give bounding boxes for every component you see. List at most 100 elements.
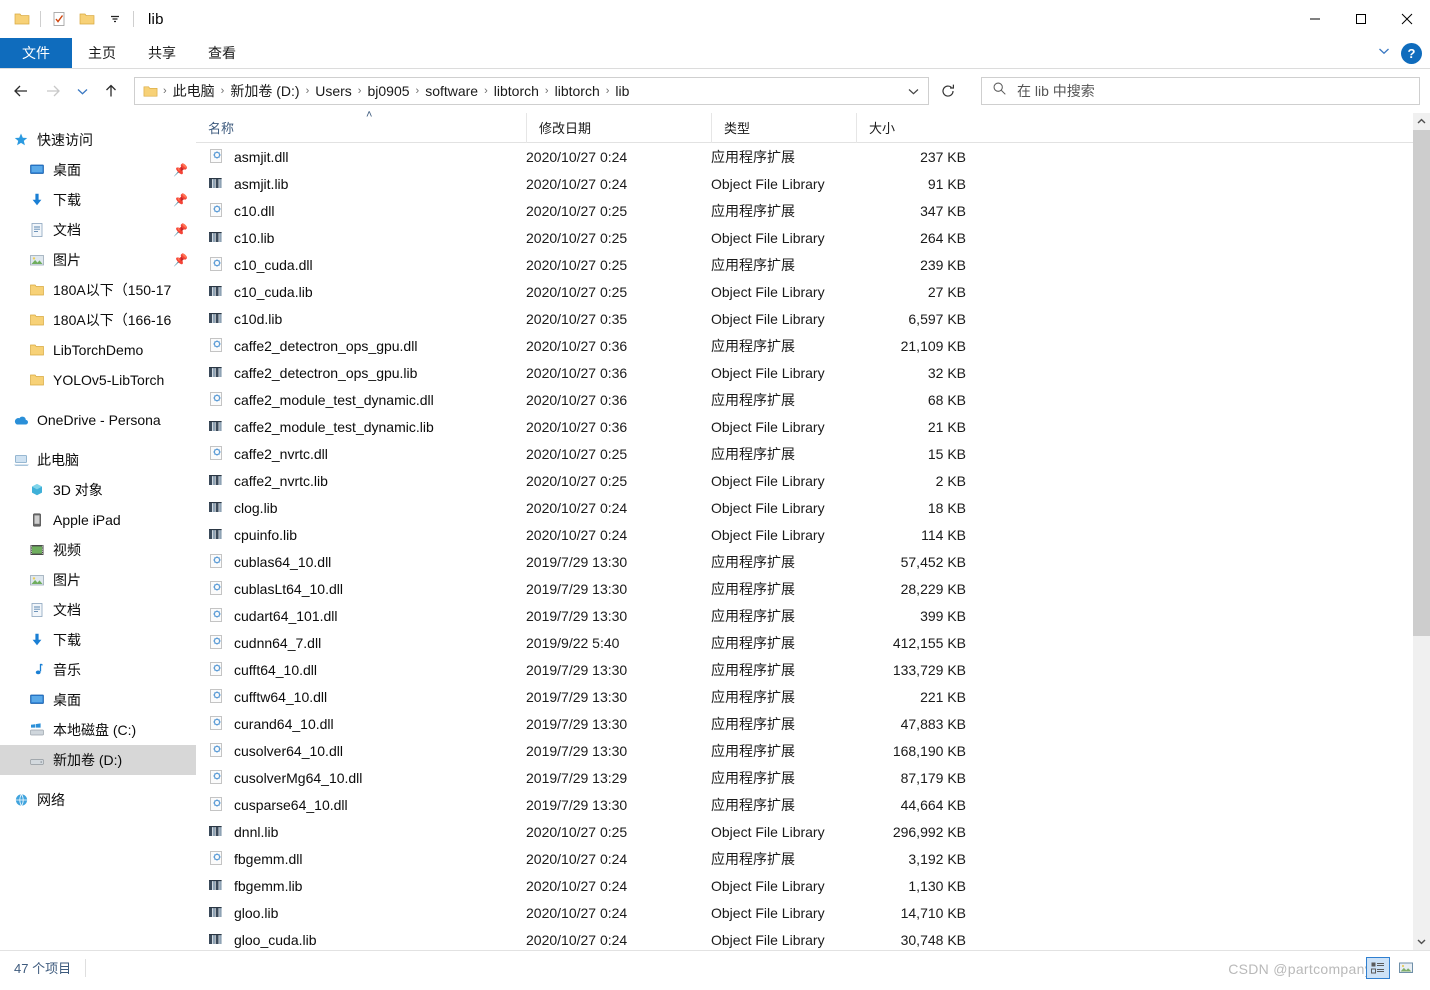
table-row[interactable]: curand64_10.dll 2019/7/29 13:30 应用程序扩展 47,8… [196, 710, 1430, 737]
file-type-cell: Object File Library [711, 823, 825, 840]
breadcrumb-item-3[interactable]: bj0905 [363, 81, 413, 101]
sidebar-item-desktop-pc[interactable]: 桌面 [0, 685, 196, 715]
sidebar-item-local-disk-c[interactable]: 本地磁盘 (C:) [0, 715, 196, 745]
sidebar-item-desktop[interactable]: 桌面 📌 [0, 155, 196, 185]
table-row[interactable]: c10.dll 2020/10/27 0:25 应用程序扩展 347 KB [196, 197, 1430, 224]
breadcrumb-item-4[interactable]: software [421, 81, 482, 101]
pin-icon[interactable]: 📌 [173, 253, 188, 267]
vertical-scrollbar[interactable] [1413, 113, 1430, 950]
details-view-icon[interactable] [1366, 956, 1390, 979]
sidebar-item-new-volume-d[interactable]: 新加卷 (D:) [0, 745, 196, 775]
sidebar-item-yolov5-libtorch[interactable]: YOLOv5-LibTorch [0, 365, 196, 395]
sidebar-item-apple-ipad[interactable]: Apple iPad [0, 505, 196, 535]
properties-icon[interactable] [45, 5, 73, 33]
sidebar-item-folder-180a-150[interactable]: 180A以下（150-17 [0, 275, 196, 305]
table-row[interactable]: cpuinfo.lib 2020/10/27 0:24 Object File Li… [196, 521, 1430, 548]
refresh-button[interactable] [933, 77, 963, 105]
table-row[interactable]: caffe2_nvrtc.lib 2020/10/27 0:25 Object Fi… [196, 467, 1430, 494]
table-row[interactable]: cudart64_101.dll 2019/7/29 13:30 应用程序扩展 399… [196, 602, 1430, 629]
scrollbar-thumb[interactable] [1413, 130, 1430, 636]
new-folder-icon[interactable] [73, 5, 101, 33]
sidebar-item-network[interactable]: 网络 [0, 785, 196, 815]
table-row[interactable]: dnnl.lib 2020/10/27 0:25 Object File Libra… [196, 818, 1430, 845]
table-row[interactable]: c10_cuda.dll 2020/10/27 0:25 应用程序扩展 239 KB [196, 251, 1430, 278]
table-row[interactable]: asmjit.lib 2020/10/27 0:24 Object File Lib… [196, 170, 1430, 197]
sidebar-group-this-pc[interactable]: 此电脑 [0, 445, 196, 475]
large-icons-view-icon[interactable] [1394, 957, 1418, 979]
up-button[interactable] [96, 76, 126, 106]
table-row[interactable]: c10d.lib 2020/10/27 0:35 Object File Libra… [196, 305, 1430, 332]
table-row[interactable]: caffe2_nvrtc.dll 2020/10/27 0:25 应用程序扩展 15 … [196, 440, 1430, 467]
table-row[interactable]: c10.lib 2020/10/27 0:25 Object File Librar… [196, 224, 1430, 251]
table-row[interactable]: cusolverMg64_10.dll 2019/7/29 13:29 应用程序扩展… [196, 764, 1430, 791]
table-row[interactable]: c10_cuda.lib 2020/10/27 0:25 Object File L… [196, 278, 1430, 305]
sidebar-item-onedrive[interactable]: OneDrive - Persona [0, 405, 196, 435]
scroll-down-button[interactable] [1413, 933, 1430, 950]
search-input[interactable]: 在 lib 中搜索 [981, 77, 1420, 105]
breadcrumb-item-5[interactable]: libtorch [490, 81, 543, 101]
table-row[interactable]: caffe2_detectron_ops_gpu.lib 2020/10/27 0… [196, 359, 1430, 386]
table-row[interactable]: fbgemm.dll 2020/10/27 0:24 应用程序扩展 3,192 KB [196, 845, 1430, 872]
sidebar-item-videos[interactable]: 视频 [0, 535, 196, 565]
table-row[interactable]: cufft64_10.dll 2019/7/29 13:30 应用程序扩展 133,7… [196, 656, 1430, 683]
breadcrumb-bar[interactable]: › 此电脑 › 新加卷 (D:) › Users › bj0905 › soft… [134, 77, 929, 105]
scroll-up-button[interactable] [1413, 113, 1430, 130]
back-button[interactable] [6, 76, 36, 106]
table-row[interactable]: asmjit.dll 2020/10/27 0:24 应用程序扩展 237 KB [196, 143, 1430, 170]
scrollbar-track[interactable] [1413, 130, 1430, 933]
pin-icon[interactable]: 📌 [173, 163, 188, 177]
table-row[interactable]: caffe2_module_test_dynamic.lib 2020/10/27… [196, 413, 1430, 440]
table-row[interactable]: cusolver64_10.dll 2019/7/29 13:30 应用程序扩展 16… [196, 737, 1430, 764]
sidebar-item-pictures-pc[interactable]: 图片 [0, 565, 196, 595]
table-row[interactable]: cusparse64_10.dll 2019/7/29 13:30 应用程序扩展 44… [196, 791, 1430, 818]
sidebar-item-folder-180a-166[interactable]: 180A以下（166-16 [0, 305, 196, 335]
sidebar-item-libtorchdemo[interactable]: LibTorchDemo [0, 335, 196, 365]
table-row[interactable]: gloo.lib 2020/10/27 0:24 Object File Libra… [196, 899, 1430, 926]
forward-button[interactable] [38, 76, 68, 106]
breadcrumb-item-6[interactable]: libtorch [551, 81, 604, 101]
table-row[interactable]: cublasLt64_10.dll 2019/7/29 13:30 应用程序扩展 28… [196, 575, 1430, 602]
customize-dropdown-icon[interactable] [101, 5, 129, 33]
recent-locations-button[interactable] [70, 76, 94, 106]
column-header-name[interactable]: 名称 [196, 113, 526, 143]
pin-icon[interactable]: 📌 [173, 223, 188, 237]
table-row[interactable]: cudnn64_7.dll 2019/9/22 5:40 应用程序扩展 412,155… [196, 629, 1430, 656]
table-row[interactable]: caffe2_detectron_ops_gpu.dll 2020/10/27 0… [196, 332, 1430, 359]
breadcrumb-item-0[interactable]: 此电脑 [169, 79, 219, 103]
file-type-cell: Object File Library [711, 229, 825, 246]
sidebar-group-quick-access[interactable]: 快速访问 [0, 125, 196, 155]
sidebar-item-documents-pc[interactable]: 文档 [0, 595, 196, 625]
table-row[interactable]: caffe2_module_test_dynamic.dll 2020/10/27… [196, 386, 1430, 413]
pin-icon[interactable]: 📌 [173, 193, 188, 207]
table-row[interactable]: gloo_cuda.lib 2020/10/27 0:24 Object File … [196, 926, 1430, 950]
file-type-cell: 应用程序扩展 [711, 715, 795, 732]
breadcrumb-item-2[interactable]: Users [311, 81, 356, 101]
maximize-button[interactable] [1338, 0, 1384, 38]
breadcrumb-item-1[interactable]: 新加卷 (D:) [226, 79, 303, 103]
tab-share[interactable]: 共享 [132, 38, 192, 68]
sidebar-item-downloads[interactable]: 下载 📌 [0, 185, 196, 215]
tab-file[interactable]: 文件 [0, 38, 72, 68]
column-header-size[interactable]: 大小 [856, 112, 966, 143]
folder-icon[interactable] [8, 5, 36, 33]
breadcrumb-item-7[interactable]: lib [611, 81, 633, 101]
sidebar-item-music[interactable]: 音乐 [0, 655, 196, 685]
tab-view[interactable]: 查看 [192, 38, 252, 68]
tab-home[interactable]: 主页 [72, 38, 132, 68]
sidebar-item-downloads-pc[interactable]: 下载 [0, 625, 196, 655]
column-header-date[interactable]: 修改日期 [526, 112, 711, 143]
table-row[interactable]: clog.lib 2020/10/27 0:24 Object File Libra… [196, 494, 1430, 521]
chevron-down-icon[interactable] [900, 85, 926, 98]
chevron-down-icon[interactable] [1377, 44, 1391, 63]
column-header-type[interactable]: 类型 [711, 112, 856, 143]
table-row[interactable]: cufftw64_10.dll 2019/7/29 13:30 应用程序扩展 221 … [196, 683, 1430, 710]
sidebar-item-documents[interactable]: 文档 📌 [0, 215, 196, 245]
close-button[interactable] [1384, 0, 1430, 38]
explorer-body: 快速访问 桌面 📌 下载 📌 文档 📌 图片 📌 180A以下（150-17 1… [0, 109, 1430, 950]
sidebar-item-pictures[interactable]: 图片 📌 [0, 245, 196, 275]
table-row[interactable]: cublas64_10.dll 2019/7/29 13:30 应用程序扩展 57,4… [196, 548, 1430, 575]
help-button[interactable]: ? [1401, 43, 1422, 64]
minimize-button[interactable] [1292, 0, 1338, 38]
sidebar-item-3d-objects[interactable]: 3D 对象 [0, 475, 196, 505]
table-row[interactable]: fbgemm.lib 2020/10/27 0:24 Object File Lib… [196, 872, 1430, 899]
